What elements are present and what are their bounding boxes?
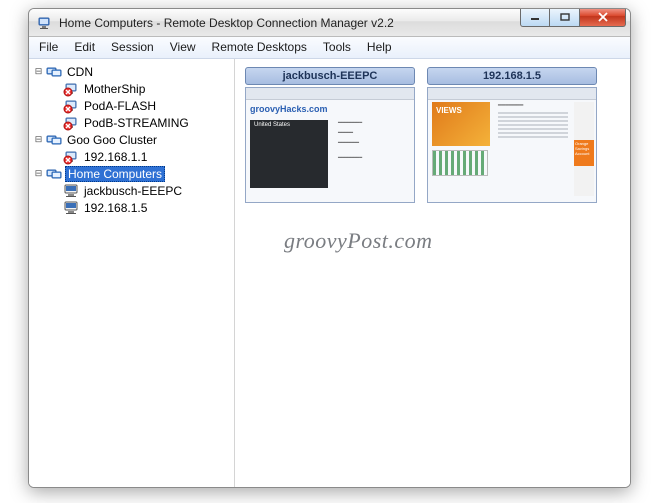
server-tree[interactable]: ⊟ CDN MotherShip PodA-FLASH PodB-STREAMING ⊟ G… bbox=[29, 59, 235, 487]
preview-banner-label: VIEWS bbox=[436, 106, 462, 115]
expander-icon[interactable]: ⊟ bbox=[33, 134, 44, 145]
tree-group[interactable]: ⊟ Home Computers bbox=[31, 165, 232, 182]
group-icon bbox=[46, 166, 62, 182]
tree-server-label: 192.168.1.1 bbox=[82, 150, 149, 164]
thumbnail-preview: VIEWS ━━━━━━━ Orange Savings Account bbox=[427, 87, 597, 203]
tree-server-label: 192.168.1.5 bbox=[82, 201, 149, 215]
menu-session[interactable]: Session bbox=[103, 37, 162, 58]
monitor-icon bbox=[63, 200, 79, 216]
expander-icon[interactable]: ⊟ bbox=[33, 66, 44, 77]
thumbnail-preview: groovyHacks.com United States ━━━━━━━━━━… bbox=[245, 87, 415, 203]
disconnected-icon bbox=[63, 115, 79, 131]
app-window: Home Computers - Remote Desktop Connecti… bbox=[28, 8, 631, 488]
app-icon bbox=[37, 15, 53, 31]
menu-tools[interactable]: Tools bbox=[315, 37, 359, 58]
session-thumbnail[interactable]: 192.168.1.5 VIEWS ━━━━━━━ Orange Savings… bbox=[427, 67, 597, 203]
thumbnail-title: 192.168.1.5 bbox=[427, 67, 597, 85]
group-icon bbox=[46, 132, 62, 148]
tree-group-label: CDN bbox=[65, 65, 95, 79]
titlebar[interactable]: Home Computers - Remote Desktop Connecti… bbox=[29, 9, 630, 37]
menu-edit[interactable]: Edit bbox=[66, 37, 103, 58]
menu-view[interactable]: View bbox=[162, 37, 204, 58]
preview-site-label: groovyHacks.com bbox=[250, 104, 330, 114]
menu-file[interactable]: File bbox=[31, 37, 66, 58]
disconnected-icon bbox=[63, 98, 79, 114]
minimize-button[interactable] bbox=[520, 8, 550, 27]
tree-server[interactable]: PodA-FLASH bbox=[48, 97, 232, 114]
content-area: ⊟ CDN MotherShip PodA-FLASH PodB-STREAMING ⊟ G… bbox=[29, 59, 630, 487]
monitor-icon bbox=[63, 183, 79, 199]
tree-server[interactable]: 192.168.1.1 bbox=[48, 148, 232, 165]
tree-server-label: jackbusch-EEEPC bbox=[82, 184, 184, 198]
thumbnail-pane: jackbusch-EEEPC groovyHacks.com United S… bbox=[235, 59, 630, 487]
tree-server-label: PodA-FLASH bbox=[82, 99, 158, 113]
tree-server[interactable]: MotherShip bbox=[48, 80, 232, 97]
maximize-button[interactable] bbox=[550, 8, 580, 27]
session-thumbnail[interactable]: jackbusch-EEEPC groovyHacks.com United S… bbox=[245, 67, 415, 203]
tree-group[interactable]: ⊟ CDN bbox=[31, 63, 232, 80]
expander-icon[interactable]: ⊟ bbox=[33, 168, 44, 179]
menu-help[interactable]: Help bbox=[359, 37, 400, 58]
disconnected-icon bbox=[63, 81, 79, 97]
tree-group-label: Goo Goo Cluster bbox=[65, 133, 159, 147]
tree-server-label: MotherShip bbox=[82, 82, 147, 96]
tree-server-label: PodB-STREAMING bbox=[82, 116, 191, 130]
tree-server[interactable]: 192.168.1.5 bbox=[48, 199, 232, 216]
tree-group-label: Home Computers bbox=[65, 166, 165, 182]
thumbnail-title: jackbusch-EEEPC bbox=[245, 67, 415, 85]
window-title: Home Computers - Remote Desktop Connecti… bbox=[59, 16, 520, 30]
disconnected-icon bbox=[63, 149, 79, 165]
tree-group[interactable]: ⊟ Goo Goo Cluster bbox=[31, 131, 232, 148]
menu-remote-desktops[interactable]: Remote Desktops bbox=[204, 37, 315, 58]
tree-server[interactable]: PodB-STREAMING bbox=[48, 114, 232, 131]
preview-sidebox-label: Orange Savings Account bbox=[574, 140, 594, 166]
close-button[interactable] bbox=[580, 8, 626, 27]
preview-panel-label: United States bbox=[254, 122, 290, 128]
menubar: File Edit Session View Remote Desktops T… bbox=[29, 37, 630, 59]
group-icon bbox=[46, 64, 62, 80]
tree-server[interactable]: jackbusch-EEEPC bbox=[48, 182, 232, 199]
